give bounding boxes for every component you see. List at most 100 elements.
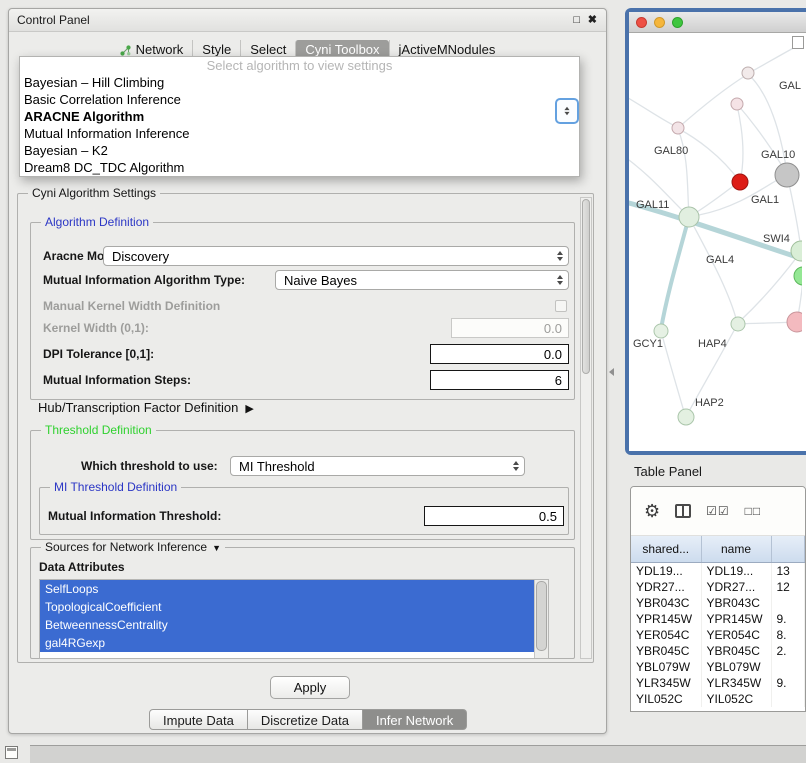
network-node-label: HAP2 bbox=[695, 397, 724, 409]
column-header[interactable]: shared... bbox=[631, 536, 701, 563]
float-window-icon[interactable] bbox=[573, 12, 580, 28]
algorithm-option[interactable]: Mutual Information Inference bbox=[20, 125, 579, 142]
network-edge[interactable] bbox=[629, 95, 675, 126]
bottom-status-strip bbox=[30, 745, 806, 763]
cyni-algorithm-settings-title: Cyni Algorithm Settings bbox=[28, 186, 160, 200]
mi-steps-field[interactable]: 6 bbox=[430, 370, 569, 390]
attribute-item[interactable]: SelfLoops bbox=[40, 580, 535, 598]
attribute-item[interactable]: gal4RGexp bbox=[40, 634, 535, 652]
network-node[interactable] bbox=[742, 67, 754, 79]
algorithm-option[interactable]: Dream8 DC_TDC Algorithm bbox=[20, 159, 579, 176]
network-edge[interactable] bbox=[678, 129, 689, 215]
table-row[interactable]: YBL079WYBL079W bbox=[631, 659, 805, 675]
algorithm-dropdown-placeholder: Select algorithm to view settings bbox=[20, 57, 579, 74]
network-canvas[interactable]: GAL80GALGAL10GAL11GAL1SWI4GAL4GCY1HAP4HA… bbox=[629, 33, 806, 451]
mi-threshold-definition-title-text: MI Threshold Definition bbox=[54, 480, 177, 494]
gear-icon[interactable] bbox=[644, 502, 660, 520]
aracne-mode-select[interactable]: Discovery bbox=[103, 246, 569, 266]
select-all-icon[interactable] bbox=[706, 504, 730, 518]
network-node[interactable] bbox=[787, 312, 802, 332]
data-attributes-list[interactable]: SelfLoopsTopologicalCoefficientBetweenne… bbox=[39, 579, 549, 659]
network-edge[interactable] bbox=[737, 105, 743, 182]
table-body: YDL19...YDL19...13YDR27...YDR27...12YBR0… bbox=[631, 563, 805, 708]
bottom-tab-impute-data[interactable]: Impute Data bbox=[149, 709, 248, 730]
algorithm-select-fragment[interactable] bbox=[555, 98, 579, 124]
mi-steps-value: 6 bbox=[555, 373, 562, 388]
attribute-item[interactable]: BetweennessCentrality bbox=[40, 616, 535, 634]
table-row[interactable]: YDL19...YDL19...13 bbox=[631, 563, 805, 580]
algorithm-dropdown-popup: Select algorithm to view settings Bayesi… bbox=[19, 56, 580, 177]
sources-group-title-text: Sources for Network Inference bbox=[45, 540, 207, 554]
network-node[interactable] bbox=[654, 324, 668, 338]
attribute-item[interactable]: TopologicalCoefficient bbox=[40, 598, 535, 616]
network-node[interactable] bbox=[775, 163, 799, 187]
cyni-algorithm-settings-group: Cyni Algorithm Settings Algorithm Defini… bbox=[17, 193, 594, 663]
network-edge[interactable] bbox=[749, 45, 799, 73]
kernel-width-field[interactable]: 0.0 bbox=[451, 318, 569, 338]
settings-scrollbar-thumb[interactable] bbox=[582, 199, 590, 374]
table-panel-title: Table Panel bbox=[634, 464, 702, 479]
network-edge[interactable] bbox=[741, 253, 800, 320]
network-edge[interactable] bbox=[661, 331, 685, 415]
network-node[interactable] bbox=[794, 267, 802, 285]
canvas-corner-box[interactable] bbox=[792, 36, 804, 49]
algorithm-option[interactable]: Bayesian – K2 bbox=[20, 142, 579, 159]
network-node[interactable] bbox=[731, 317, 745, 331]
network-node[interactable] bbox=[732, 174, 748, 190]
panel-icon[interactable] bbox=[5, 746, 18, 759]
table-cell: YLR345W bbox=[701, 675, 771, 691]
splitter-collapse-icon[interactable] bbox=[609, 368, 614, 376]
bottom-tab-discretize-data[interactable]: Discretize Data bbox=[248, 709, 363, 730]
network-edge[interactable] bbox=[661, 217, 689, 329]
network-canvas-svg: GAL80GALGAL10GAL11GAL1SWI4GAL4GCY1HAP4HA… bbox=[629, 33, 802, 451]
algorithm-option[interactable]: ARACNE Algorithm bbox=[20, 108, 579, 125]
table-cell: YER054C bbox=[631, 627, 701, 643]
close-panel-icon[interactable] bbox=[588, 12, 597, 28]
network-node[interactable] bbox=[679, 207, 699, 227]
network-node[interactable] bbox=[672, 122, 684, 134]
sources-group-title[interactable]: Sources for Network Inference bbox=[41, 540, 225, 554]
table-cell: 9. bbox=[771, 675, 805, 691]
table-cell bbox=[771, 691, 805, 707]
table-cell: 2. bbox=[771, 643, 805, 659]
mi-threshold-field[interactable]: 0.5 bbox=[424, 506, 564, 526]
zoom-window-icon[interactable] bbox=[672, 17, 683, 28]
data-attributes-label: Data Attributes bbox=[39, 560, 125, 574]
attributes-scrollbar-thumb[interactable] bbox=[536, 581, 547, 651]
table-row[interactable]: YBR043CYBR043C bbox=[631, 595, 805, 611]
updown-arrows-icon bbox=[557, 275, 563, 285]
table-header-row: shared...name bbox=[631, 536, 805, 563]
algorithm-option[interactable]: Basic Correlation Inference bbox=[20, 91, 579, 108]
table-cell: YBL079W bbox=[701, 659, 771, 675]
table-row[interactable]: YDR27...YDR27...12 bbox=[631, 579, 805, 595]
network-node[interactable] bbox=[678, 409, 694, 425]
attributes-scrollbar[interactable] bbox=[534, 580, 548, 658]
bottom-tab-infer-network[interactable]: Infer Network bbox=[363, 709, 467, 730]
hub-transcription-factor-section[interactable]: Hub/Transcription Factor Definition bbox=[38, 400, 254, 415]
table-cell: YIL052C bbox=[701, 691, 771, 707]
dpi-tolerance-field[interactable]: 0.0 bbox=[430, 344, 569, 364]
table-row[interactable]: YER054CYER054C8. bbox=[631, 627, 805, 643]
aracne-mode-value: Discovery bbox=[112, 249, 169, 264]
network-node[interactable] bbox=[731, 98, 743, 110]
table-cell: YDR27... bbox=[701, 579, 771, 595]
table-row[interactable]: YPR145WYPR145W9. bbox=[631, 611, 805, 627]
manual-kernel-width-checkbox[interactable] bbox=[555, 300, 567, 312]
algorithm-option[interactable]: Bayesian – Hill Climbing bbox=[20, 74, 579, 91]
minimize-window-icon[interactable] bbox=[654, 17, 665, 28]
dpi-tolerance-value: 0.0 bbox=[544, 347, 562, 362]
columns-icon[interactable] bbox=[675, 504, 691, 518]
which-threshold-select[interactable]: MI Threshold bbox=[230, 456, 525, 476]
mi-algorithm-type-select[interactable]: Naive Bayes bbox=[275, 270, 569, 290]
column-header[interactable] bbox=[771, 536, 805, 563]
apply-button[interactable]: Apply bbox=[270, 676, 350, 699]
column-header[interactable]: name bbox=[701, 536, 771, 563]
table-row[interactable]: YBR045CYBR045C2. bbox=[631, 643, 805, 659]
close-window-icon[interactable] bbox=[636, 17, 647, 28]
dpi-tolerance-label: DPI Tolerance [0,1]: bbox=[43, 344, 154, 364]
table-row[interactable]: YIL052CYIL052C bbox=[631, 691, 805, 707]
settings-scrollbar[interactable] bbox=[580, 197, 592, 659]
network-edge[interactable] bbox=[737, 104, 786, 173]
table-row[interactable]: YLR345WYLR345W9. bbox=[631, 675, 805, 691]
deselect-all-icon[interactable] bbox=[745, 504, 762, 518]
